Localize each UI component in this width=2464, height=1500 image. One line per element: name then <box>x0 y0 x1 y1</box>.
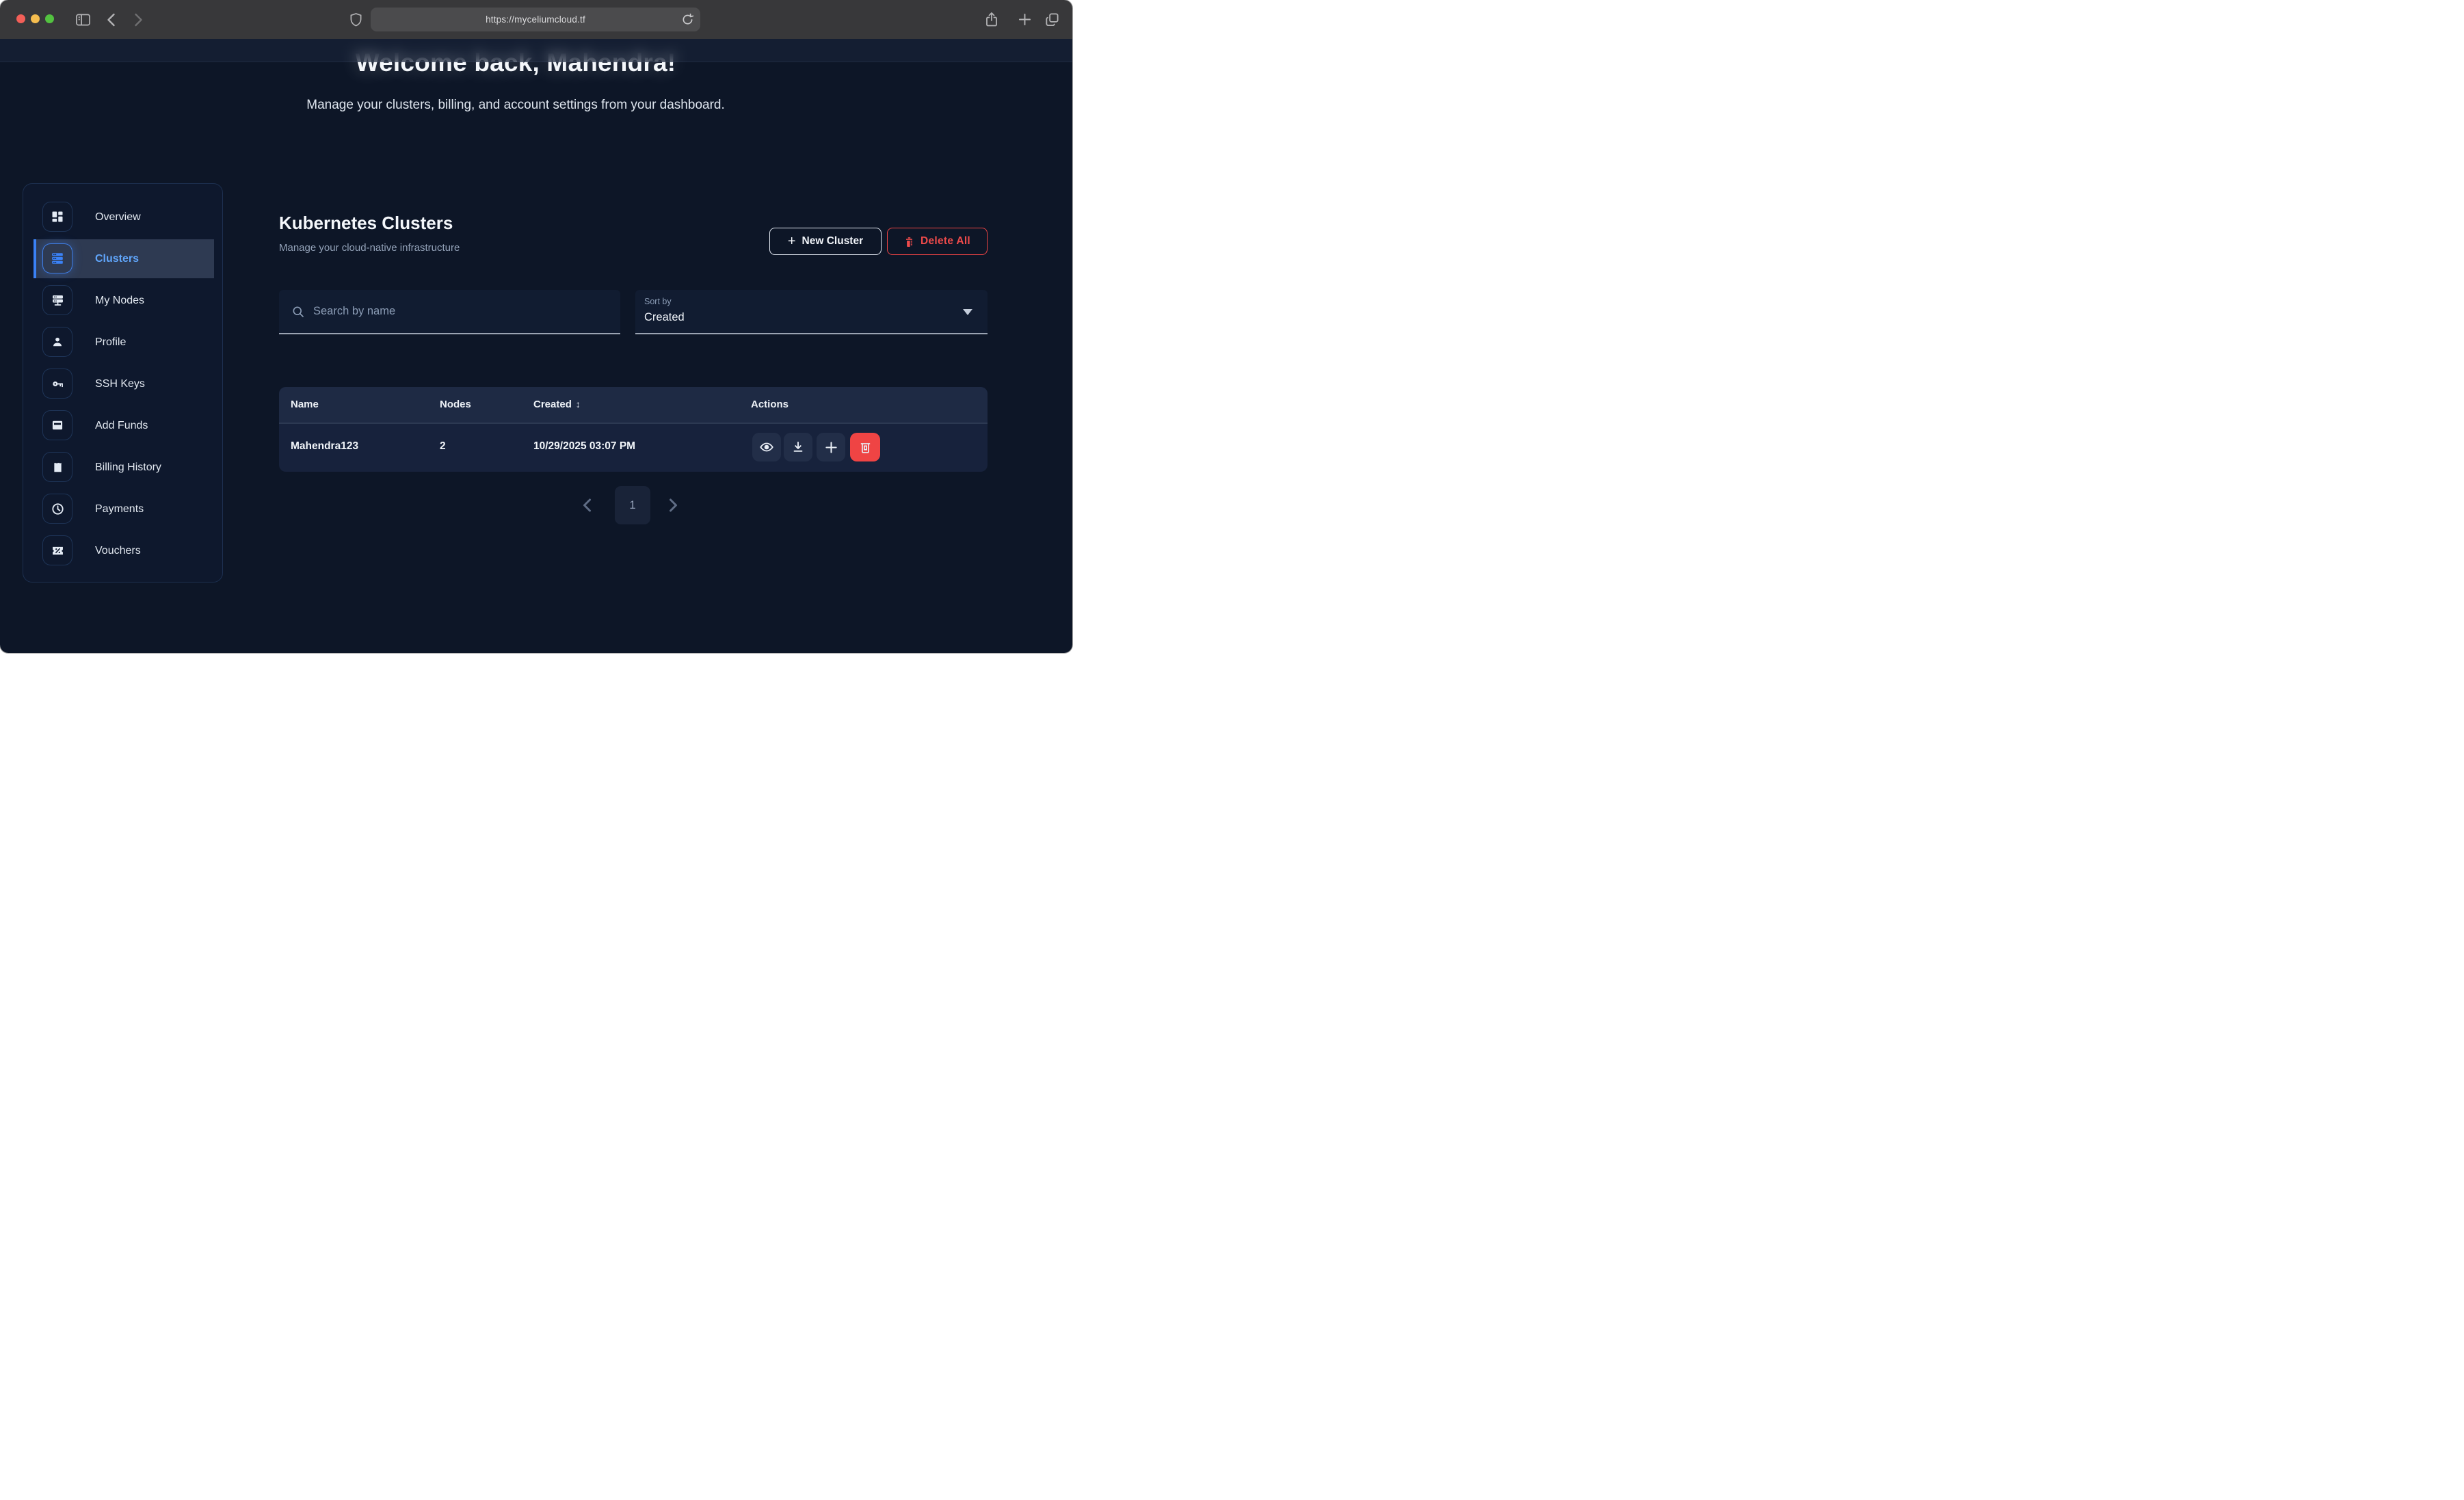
sidebar: Overview Clusters My Nodes <box>23 183 223 582</box>
search-input[interactable] <box>313 305 600 318</box>
previous-page-icon[interactable] <box>583 498 592 515</box>
ticket-percent-icon <box>42 535 72 565</box>
download-icon <box>791 440 805 454</box>
welcome-subtitle: Manage your clusters, billing, and accou… <box>0 98 1031 113</box>
reload-icon[interactable] <box>682 13 693 29</box>
eye-icon <box>759 440 774 455</box>
wallet-icon <box>42 410 72 440</box>
table-header: Name Nodes Created↕ Actions <box>279 387 988 424</box>
sidebar-item-ssh-keys[interactable]: SSH Keys <box>23 363 222 405</box>
plus-icon <box>825 441 838 454</box>
zoom-window-button[interactable] <box>45 14 54 23</box>
column-header-nodes: Nodes <box>440 399 471 410</box>
table-row: Mahendra123 2 10/29/2025 03:07 PM <box>279 424 988 470</box>
sort-value: Created <box>644 311 685 324</box>
page-number-button[interactable]: 1 <box>615 486 650 524</box>
minimize-window-button[interactable] <box>31 14 40 23</box>
browser-toolbar: https://myceliumcloud.tf <box>0 0 1072 39</box>
sidebar-toggle-icon[interactable] <box>71 0 94 39</box>
clusters-table: Name Nodes Created↕ Actions Mahendra123 … <box>279 387 988 472</box>
delete-all-button[interactable]: Delete All <box>887 228 988 255</box>
trash-icon <box>859 440 872 454</box>
tabs-icon[interactable] <box>1039 0 1065 39</box>
share-icon[interactable] <box>979 0 1004 39</box>
url-text: https://myceliumcloud.tf <box>486 14 585 25</box>
forward-icon[interactable] <box>129 0 148 39</box>
page-subtitle: Manage your cloud-native infrastructure <box>279 242 460 254</box>
sidebar-item-profile[interactable]: Profile <box>23 321 222 363</box>
shield-icon[interactable] <box>345 0 366 39</box>
cell-node-count: 2 <box>440 440 446 453</box>
chevron-down-icon <box>963 309 972 315</box>
dashboard-icon <box>42 202 72 232</box>
download-kubeconfig-button[interactable] <box>784 433 812 461</box>
back-icon[interactable] <box>101 0 120 39</box>
clock-icon <box>42 494 72 524</box>
column-header-name: Name <box>291 399 319 410</box>
person-icon <box>42 327 72 357</box>
cell-created-date: 10/29/2025 03:07 PM <box>533 440 635 453</box>
search-input-container <box>279 290 620 334</box>
sort-select[interactable]: Sort by Created <box>635 290 988 334</box>
key-icon <box>42 369 72 399</box>
node-server-icon <box>42 285 72 315</box>
page-content: Welcome back, Mahendra! Manage your clus… <box>0 39 1072 653</box>
plus-icon: + <box>788 234 796 250</box>
sticky-blur-bar <box>0 39 1072 62</box>
page-title: Kubernetes Clusters <box>279 213 453 234</box>
sidebar-item-overview[interactable]: Overview <box>23 196 222 238</box>
trash-icon <box>904 236 914 247</box>
receipt-icon <box>42 452 72 482</box>
view-cluster-button[interactable] <box>752 433 781 461</box>
new-tab-icon[interactable] <box>1012 0 1037 39</box>
address-bar[interactable]: https://myceliumcloud.tf <box>371 8 700 31</box>
column-header-created[interactable]: Created↕ <box>533 399 581 410</box>
sidebar-item-my-nodes[interactable]: My Nodes <box>23 280 222 321</box>
add-node-button[interactable] <box>817 433 845 461</box>
new-cluster-button[interactable]: + New Cluster <box>769 228 882 255</box>
search-icon <box>291 305 305 319</box>
window-controls <box>16 14 54 23</box>
cell-cluster-name: Mahendra123 <box>291 440 358 453</box>
sort-arrows-icon: ↕ <box>576 399 581 410</box>
server-stack-icon <box>42 243 72 273</box>
sort-by-label: Sort by <box>644 297 672 306</box>
sidebar-item-clusters[interactable]: Clusters <box>23 238 222 280</box>
sidebar-item-payments[interactable]: Payments <box>23 488 222 530</box>
sidebar-item-add-funds[interactable]: Add Funds <box>23 405 222 446</box>
browser-window: https://myceliumcloud.tf Wel <box>0 0 1072 653</box>
sidebar-item-billing-history[interactable]: Billing History <box>23 446 222 488</box>
delete-cluster-button[interactable] <box>850 433 880 461</box>
sidebar-item-vouchers[interactable]: Vouchers <box>23 530 222 572</box>
close-window-button[interactable] <box>16 14 25 23</box>
column-header-actions: Actions <box>751 399 789 410</box>
next-page-icon[interactable] <box>669 498 678 515</box>
